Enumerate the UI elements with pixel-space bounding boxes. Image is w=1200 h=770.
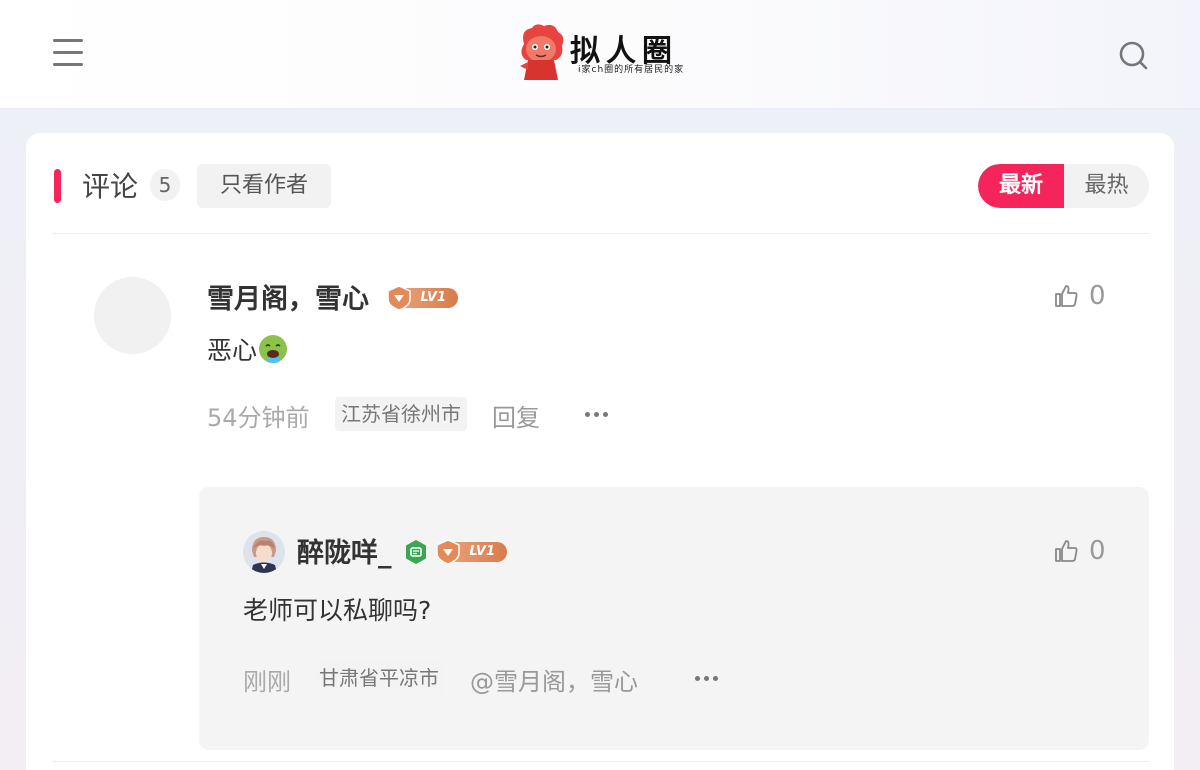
comments-title: 评论	[82, 170, 139, 203]
divider	[52, 233, 1149, 234]
mention-link[interactable]: @雪月阁，雪心	[470, 662, 638, 697]
location-tag: 甘肃省平凉市	[313, 661, 445, 695]
comments-card: 评论 5 只看作者 最新 最热 雪月阁，雪心 LV1 0 恶心 54分钟前 江苏…	[26, 133, 1174, 770]
reply-text: 老师可以私聊吗?	[243, 596, 432, 625]
reply-time: 刚刚	[243, 668, 291, 696]
comment-text-content: 恶心	[207, 336, 258, 365]
reply-username[interactable]: 醉陇咩_	[297, 531, 392, 570]
site-logo[interactable]: 拟人圈 i家ch圈的所有居民的家	[514, 22, 684, 84]
level-shield-icon	[436, 539, 460, 565]
search-icon[interactable]	[1116, 38, 1152, 74]
sort-hottest-tab[interactable]: 最热	[1064, 164, 1149, 208]
avatar[interactable]	[243, 531, 285, 573]
like-button[interactable]: 0	[1053, 281, 1133, 311]
comment-time: 54分钟前	[207, 404, 310, 432]
more-options-icon[interactable]	[693, 673, 723, 683]
like-button[interactable]: 0	[1053, 536, 1133, 566]
like-count: 0	[1089, 536, 1106, 566]
comment-username[interactable]: 雪月阁，雪心	[207, 277, 369, 316]
avatar[interactable]	[94, 277, 171, 354]
menu-icon[interactable]	[50, 36, 86, 70]
comment-text: 恶心	[207, 331, 289, 367]
reply-thread: 醉陇咩_ LV1 0 老师可以私聊吗? 刚刚 甘肃省平凉市 @雪月阁，雪心	[199, 487, 1149, 750]
top-header: 拟人圈 i家ch圈的所有居民的家	[0, 0, 1200, 108]
level-badge: LV1	[386, 285, 458, 311]
comments-header: 评论 5 只看作者 最新 最热	[26, 133, 1174, 233]
sort-newest-tab[interactable]: 最新	[978, 164, 1064, 208]
mascot-logo-icon	[520, 24, 564, 80]
logo-subtitle: i家ch圈的所有居民的家	[578, 65, 685, 75]
reply-link[interactable]: 回复	[492, 398, 540, 433]
thumbs-up-icon	[1055, 540, 1078, 562]
divider	[52, 761, 1149, 762]
like-count: 0	[1089, 281, 1106, 311]
level-badge: LV1	[435, 539, 507, 565]
comments-count-badge: 5	[150, 169, 180, 201]
nauseated-face-icon	[259, 335, 288, 363]
section-accent-bar	[54, 169, 61, 203]
verified-badge-icon	[406, 540, 426, 564]
author-only-button[interactable]: 只看作者	[197, 164, 331, 208]
sort-toggle: 最新 最热	[978, 164, 1149, 208]
location-tag: 江苏省徐州市	[335, 397, 467, 431]
level-shield-icon	[387, 285, 411, 311]
more-options-icon[interactable]	[583, 409, 613, 419]
thumbs-up-icon	[1055, 285, 1078, 307]
reply-avatar-image	[243, 531, 285, 573]
